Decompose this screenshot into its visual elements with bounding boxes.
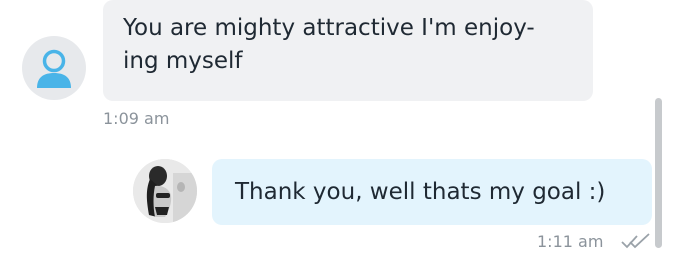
person-icon <box>37 49 71 88</box>
incoming-message-bubble[interactable]: You are mighty attractive I'm enjoy- ing… <box>103 0 593 101</box>
chat-conversation: You are mighty attractive I'm enjoy- ing… <box>0 0 680 253</box>
scrollbar-thumb[interactable] <box>655 98 662 248</box>
double-check-icon <box>620 231 652 251</box>
outgoing-message-timestamp: 1:11 am <box>537 232 604 251</box>
profile-photo-avatar[interactable] <box>133 159 197 223</box>
profile-photo-image <box>133 159 197 223</box>
incoming-message-timestamp: 1:09 am <box>103 109 170 128</box>
incoming-message-text-line2: ing myself <box>123 48 243 74</box>
user-avatar-icon[interactable] <box>22 36 86 100</box>
incoming-message-text-line1: You are mighty attractive I'm enjoy- <box>123 15 535 41</box>
outgoing-message-text: Thank you, well thats my goal :) <box>235 179 606 205</box>
outgoing-message-bubble[interactable]: Thank you, well thats my goal :) <box>212 159 652 225</box>
